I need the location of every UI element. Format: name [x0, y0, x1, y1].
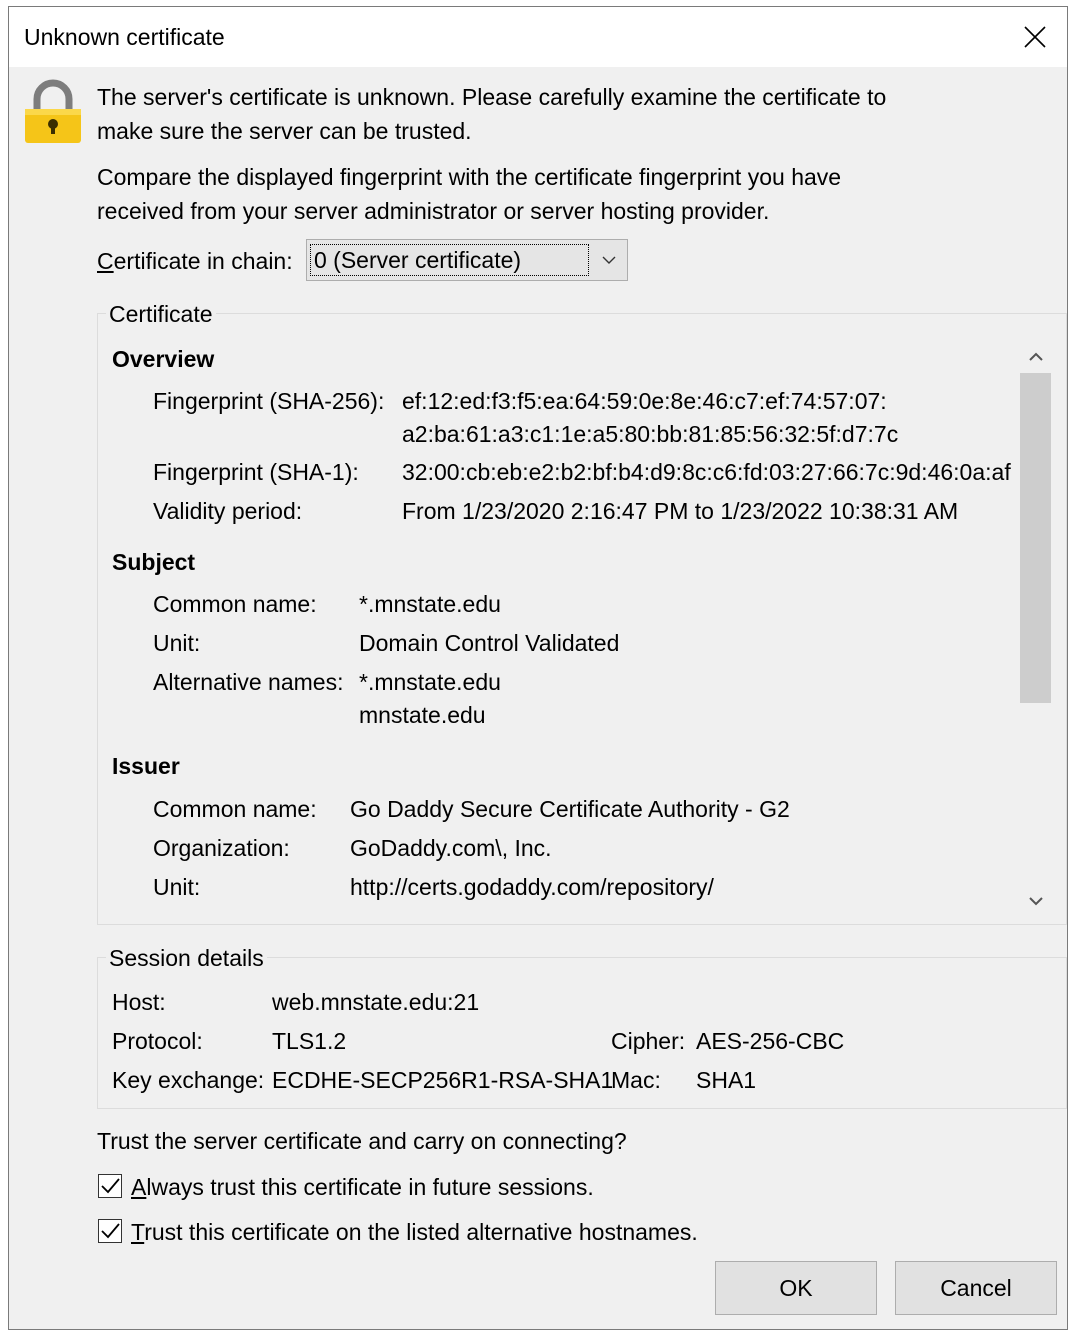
close-button[interactable] [1003, 7, 1067, 67]
sha1-label: Fingerprint (SHA-1): [153, 459, 359, 485]
subject-alt-value-2: mnstate.edu [359, 702, 486, 728]
subject-alt-label: Alternative names: [153, 669, 344, 695]
intro-line-2: make sure the server can be trusted. [97, 118, 472, 144]
cipher-value: AES-256-CBC [696, 1028, 845, 1054]
intro-line-1: The server's certificate is unknown. Ple… [97, 84, 887, 110]
protocol-value: TLS1.2 [272, 1028, 347, 1054]
subject-cn-value: *.mnstate.edu [359, 591, 501, 617]
sha256-value-line-2: a2:ba:61:a3:c1:1e:a5:80:bb:81:85:56:32:5… [402, 421, 899, 447]
window-title: Unknown certificate [24, 24, 225, 50]
intro-line-4: received from your server administrator … [97, 198, 770, 224]
subject-alt-value-1: *.mnstate.edu [359, 669, 501, 695]
always-trust-label[interactable]: Always trust this certificate in future … [131, 1170, 594, 1204]
subject-unit-label: Unit: [153, 630, 201, 656]
sha256-label: Fingerprint (SHA-256): [153, 388, 385, 414]
certificate-details-scroll[interactable]: Overview Fingerprint (SHA-256): ef:12:ed… [99, 337, 1057, 919]
key-exchange-label: Key exchange: [112, 1067, 265, 1093]
sha256-value-line-1: ef:12:ed:f3:f5:ea:64:59:0e:8e:46:c7:ef:7… [402, 388, 887, 414]
always-trust-checkbox[interactable] [98, 1174, 122, 1198]
checkmark-icon [101, 1223, 120, 1239]
subject-cn-label: Common name: [153, 591, 317, 617]
scroll-down-button[interactable] [1019, 885, 1053, 917]
sha1-value: 32:00:cb:eb:e2:b2:bf:b4:d9:8c:c6:fd:03:2… [402, 459, 1011, 485]
issuer-unit-label: Unit: [153, 874, 201, 900]
title-bar: Unknown certificate [9, 7, 1067, 67]
chevron-down-icon [1029, 897, 1043, 906]
issuer-org-label: Organization: [153, 835, 290, 861]
validity-label: Validity period: [153, 498, 303, 524]
trust-question: Trust the server certificate and carry o… [97, 1128, 627, 1154]
chain-select[interactable]: 0 (Server certificate) [306, 239, 628, 281]
chevron-up-icon [1029, 352, 1043, 361]
cancel-button[interactable]: Cancel [895, 1261, 1057, 1315]
always-trust-text: lways trust this certificate in future s… [146, 1174, 594, 1200]
subject-unit-value: Domain Control Validated [359, 630, 620, 656]
cipher-label: Cipher: [611, 1028, 686, 1054]
session-group-legend: Session details [106, 943, 267, 973]
scrollbar-thumb[interactable] [1020, 373, 1051, 703]
issuer-cn-label: Common name: [153, 796, 317, 822]
scroll-up-button[interactable] [1019, 341, 1053, 373]
intro-line-3: Compare the displayed fingerprint with t… [97, 164, 842, 190]
issuer-unit-value: http://certs.godaddy.com/repository/ [350, 874, 714, 900]
chevron-down-icon [602, 256, 616, 264]
vertical-scrollbar[interactable] [1019, 337, 1053, 917]
protocol-label: Protocol: [112, 1028, 203, 1054]
subject-heading: Subject [112, 549, 196, 575]
issuer-heading: Issuer [112, 753, 180, 779]
chain-label: Certificate in chain: [97, 244, 293, 278]
ok-button[interactable]: OK [715, 1261, 877, 1315]
host-value: web.mnstate.edu:21 [272, 989, 480, 1015]
chain-select-value: 0 (Server certificate) [310, 244, 589, 276]
padlock-icon [25, 79, 81, 143]
certificate-dialog: Unknown certificate The server's certifi… [8, 6, 1068, 1330]
trust-alt-text: rust this certificate on the listed alte… [144, 1219, 698, 1245]
host-label: Host: [112, 989, 166, 1015]
issuer-cn-value: Go Daddy Secure Certificate Authority - … [350, 796, 790, 822]
checkmark-icon [101, 1178, 120, 1194]
trust-alt-accesskey: T [131, 1219, 145, 1245]
certificate-group-legend: Certificate [106, 299, 216, 329]
close-icon [1024, 26, 1046, 48]
overview-heading: Overview [112, 346, 215, 372]
trust-alt-hostnames-checkbox[interactable] [98, 1219, 122, 1243]
key-exchange-value: ECDHE-SECP256R1-RSA-SHA1 [272, 1067, 614, 1093]
chain-label-text: ertificate in chain: [113, 248, 293, 274]
mac-value: SHA1 [696, 1067, 757, 1093]
always-trust-accesskey: A [131, 1174, 147, 1200]
chain-label-accesskey: C [97, 248, 114, 274]
validity-value: From 1/23/2020 2:16:47 PM to 1/23/2022 1… [402, 498, 959, 524]
mac-label: Mac: [611, 1067, 661, 1093]
issuer-org-value: GoDaddy.com\, Inc. [350, 835, 552, 861]
trust-alt-hostnames-label[interactable]: Trust this certificate on the listed alt… [131, 1215, 698, 1249]
